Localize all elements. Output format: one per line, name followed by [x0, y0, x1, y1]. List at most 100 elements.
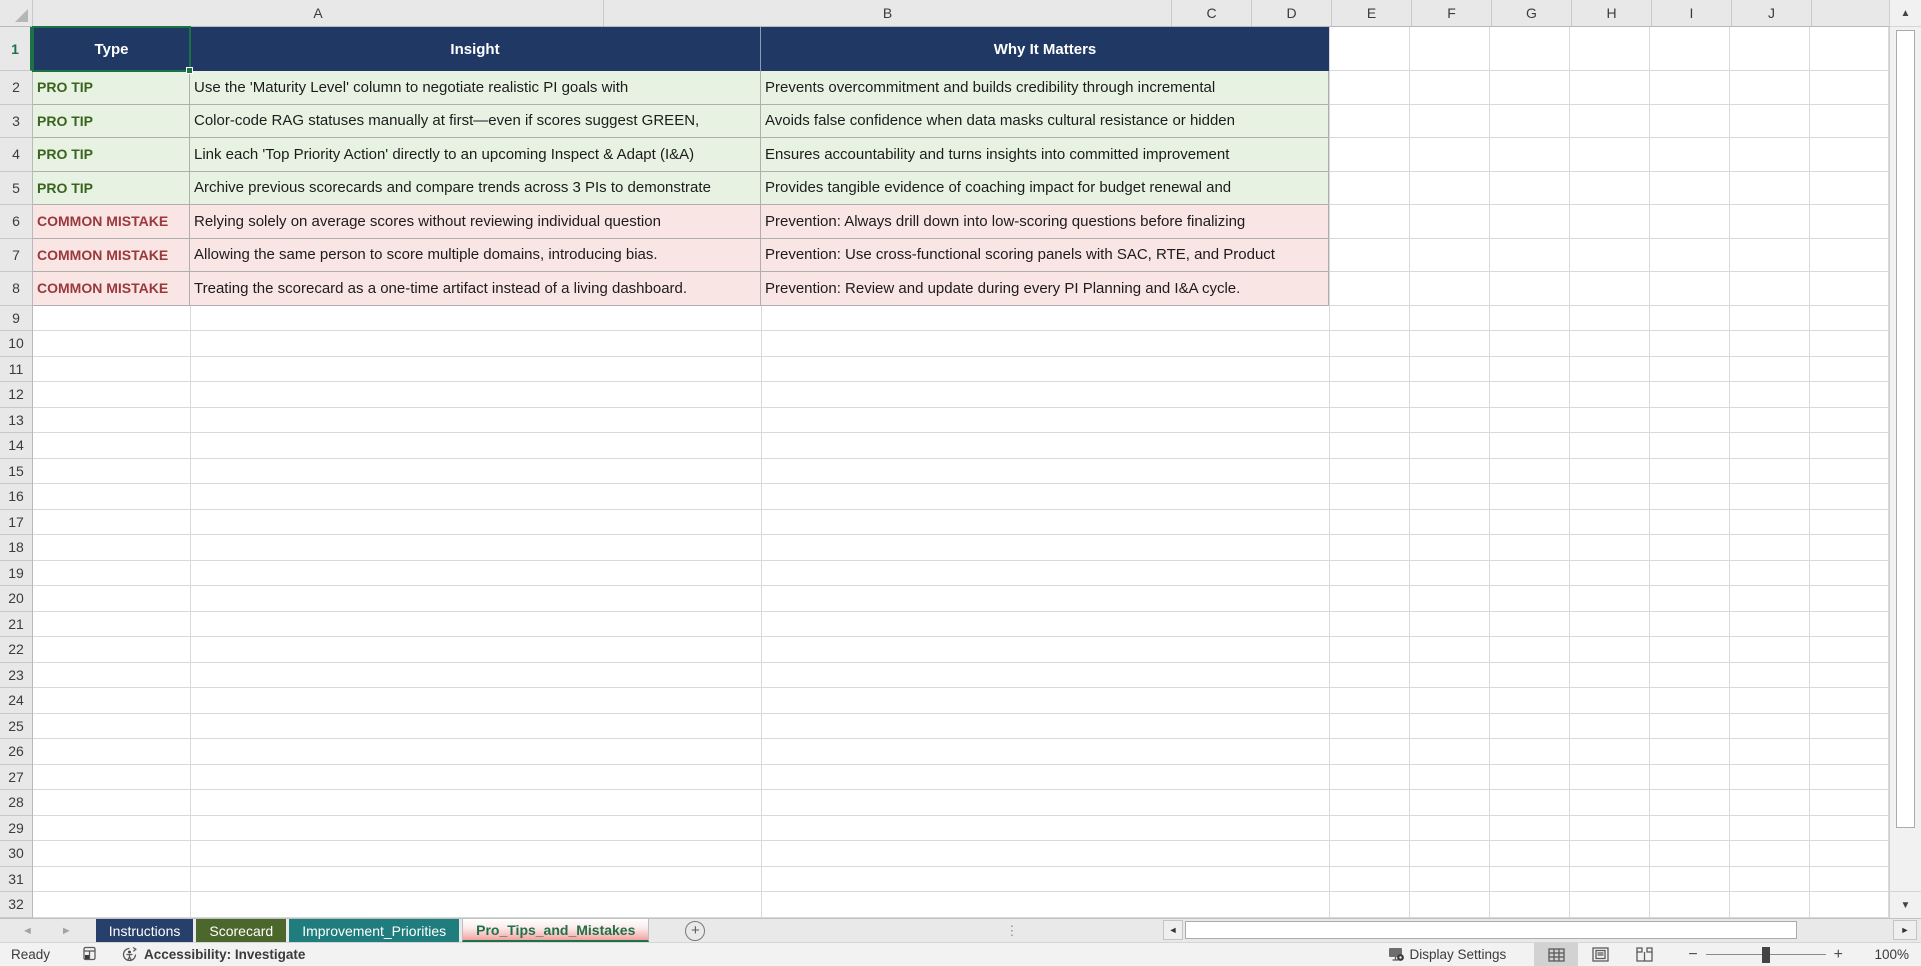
row-header[interactable]: 15 [0, 459, 32, 484]
normal-view-button[interactable] [1534, 943, 1579, 966]
cell-header-insight[interactable]: Insight [190, 27, 761, 71]
accessibility-status[interactable]: Accessibility: Investigate [121, 946, 305, 963]
zoom-out-button[interactable]: − [1680, 946, 1705, 964]
cell-why[interactable]: Prevention: Use cross-functional scoring… [761, 238, 1329, 272]
add-sheet-button[interactable]: + [685, 921, 706, 941]
row-header[interactable]: 19 [0, 561, 32, 586]
row-header[interactable]: 5 [0, 172, 32, 205]
cell-type[interactable]: PRO TIP [33, 171, 190, 205]
row-header[interactable]: 7 [0, 239, 32, 272]
grid-row[interactable] [33, 662, 1889, 688]
grid-row[interactable] [33, 637, 1889, 663]
row-header[interactable]: 30 [0, 841, 32, 867]
vertical-scrollbar-thumb[interactable] [1896, 30, 1915, 828]
sheet-nav-prev-icon[interactable]: ◄ [22, 925, 33, 937]
row-header[interactable]: 26 [0, 739, 32, 765]
sheet-tab[interactable]: Instructions [95, 919, 194, 942]
row-header[interactable]: 12 [0, 382, 32, 408]
grid-row[interactable] [33, 739, 1889, 765]
select-all-corner[interactable] [0, 0, 33, 26]
zoom-slider[interactable] [1705, 946, 1826, 963]
grid-row[interactable] [33, 509, 1889, 535]
cell-type[interactable]: PRO TIP [33, 138, 190, 172]
grid-row[interactable] [33, 815, 1889, 841]
row-header[interactable]: 16 [0, 484, 32, 510]
row-header[interactable]: 23 [0, 663, 32, 688]
scroll-left-icon[interactable]: ◄ [1163, 920, 1183, 940]
column-header[interactable]: B [604, 0, 1172, 26]
row-header[interactable]: 14 [0, 433, 32, 459]
cell-type[interactable]: COMMON MISTAKE [33, 205, 190, 239]
grid-row[interactable] [33, 713, 1889, 739]
grid-row[interactable] [33, 841, 1889, 867]
sheet-tab[interactable]: Improvement_Priorities [289, 919, 460, 942]
cell-type[interactable]: COMMON MISTAKE [33, 238, 190, 272]
grid-row[interactable] [33, 688, 1889, 714]
horizontal-scrollbar[interactable]: ◄ [1163, 920, 1883, 940]
cell-why[interactable]: Ensures accountability and turns insight… [761, 138, 1329, 172]
column-header[interactable]: G [1492, 0, 1572, 26]
sheet-tab[interactable]: Pro_Tips_and_Mistakes [462, 919, 650, 942]
cell-header-why[interactable]: Why It Matters [761, 27, 1329, 71]
cell-insight[interactable]: Treating the scorecard as a one-time art… [190, 272, 761, 306]
cell-why[interactable]: Provides tangible evidence of coaching i… [761, 171, 1329, 205]
row-header[interactable]: 27 [0, 765, 32, 790]
scroll-up-icon[interactable]: ▲ [1890, 0, 1921, 27]
cell-insight[interactable]: Archive previous scorecards and compare … [190, 171, 761, 205]
grid-row[interactable] [33, 458, 1889, 484]
row-header[interactable]: 11 [0, 357, 32, 382]
page-layout-view-button[interactable] [1578, 943, 1622, 966]
grid-row[interactable] [33, 356, 1889, 382]
vertical-scrollbar[interactable]: ▲ ▼ [1889, 0, 1921, 918]
cell-insight[interactable]: Allowing the same person to score multip… [190, 238, 761, 272]
column-header[interactable]: A [33, 0, 604, 26]
zoom-slider-thumb[interactable] [1761, 946, 1770, 963]
row-header[interactable]: 28 [0, 790, 32, 816]
cell-insight[interactable]: Link each 'Top Priority Action' directly… [190, 138, 761, 172]
row-header[interactable]: 6 [0, 205, 32, 239]
zoom-in-button[interactable]: + [1826, 946, 1851, 964]
grid-row[interactable] [33, 560, 1889, 586]
grid-row[interactable] [33, 331, 1889, 357]
grid-row[interactable] [33, 790, 1889, 816]
row-header[interactable]: 22 [0, 637, 32, 663]
row-header[interactable]: 25 [0, 714, 32, 739]
cell-insight[interactable]: Color-code RAG statuses manually at firs… [190, 104, 761, 138]
column-header[interactable]: F [1412, 0, 1492, 26]
column-header[interactable]: H [1572, 0, 1652, 26]
row-header[interactable]: 10 [0, 331, 32, 357]
row-header[interactable]: 1 [0, 27, 32, 71]
grid-row[interactable] [33, 433, 1889, 459]
sheet-tab[interactable]: Scorecard [196, 919, 287, 942]
cell-type[interactable]: PRO TIP [33, 104, 190, 138]
display-settings-button[interactable]: Display Settings [1388, 947, 1506, 962]
row-header[interactable]: 21 [0, 612, 32, 637]
cell-why[interactable]: Prevention: Review and update during eve… [761, 272, 1329, 306]
scroll-right-icon[interactable]: ► [1893, 920, 1917, 940]
row-header[interactable]: 13 [0, 408, 32, 433]
grid-row[interactable] [33, 484, 1889, 510]
grid-row[interactable] [33, 866, 1889, 892]
scroll-down-icon[interactable]: ▼ [1890, 891, 1921, 918]
cell-why[interactable]: Prevents overcommitment and builds credi… [761, 71, 1329, 105]
row-header[interactable]: 9 [0, 306, 32, 331]
sheet-nav-next-icon[interactable]: ► [61, 925, 72, 937]
column-header[interactable]: J [1732, 0, 1812, 26]
grid-row[interactable] [33, 764, 1889, 790]
grid-row[interactable] [33, 586, 1889, 612]
cell-why[interactable]: Prevention: Always drill down into low-s… [761, 205, 1329, 239]
row-header[interactable]: 18 [0, 535, 32, 561]
grid-row[interactable] [33, 382, 1889, 408]
cell-type[interactable]: COMMON MISTAKE [33, 272, 190, 306]
row-header[interactable]: 32 [0, 892, 32, 918]
row-header[interactable]: 4 [0, 138, 32, 172]
column-header[interactable]: E [1332, 0, 1412, 26]
row-header[interactable]: 8 [0, 272, 32, 306]
cell-insight[interactable]: Relying solely on average scores without… [190, 205, 761, 239]
tab-scroll-splitter-icon[interactable]: ⋮ [1005, 923, 1018, 939]
macro-record-icon[interactable] [82, 946, 97, 964]
column-header[interactable]: D [1252, 0, 1332, 26]
grid-row[interactable] [33, 892, 1889, 918]
row-header[interactable]: 24 [0, 688, 32, 714]
horizontal-scrollbar-thumb[interactable] [1185, 921, 1797, 939]
